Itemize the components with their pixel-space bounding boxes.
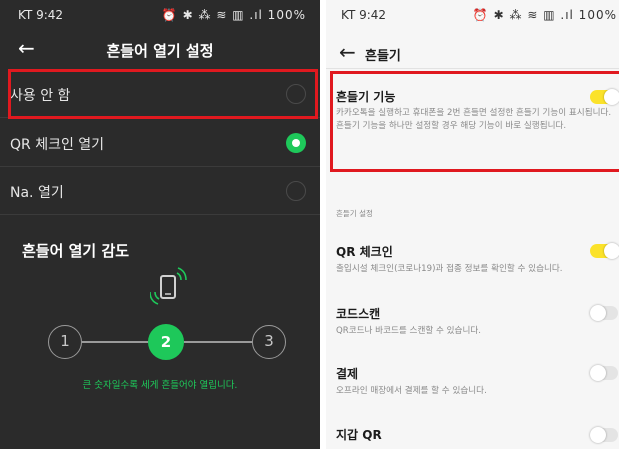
status-icons: ⏰ ✱ ⁂ ≋ ▥ .ıl 100% xyxy=(472,8,617,22)
item-title: QR 체크인 xyxy=(336,245,393,259)
status-bar: KT 9:42 ⏰ ✱ ⁂ ≋ ▥ .ıl 100% xyxy=(0,0,320,30)
item-title: 지갑 QR xyxy=(336,428,382,442)
item-title: 코드스캔 xyxy=(336,307,381,321)
status-time: KT 9:42 xyxy=(18,8,64,22)
app-bar: ← 흔들기 xyxy=(326,38,619,68)
status-bar: KT 9:42 ⏰ ✱ ⁂ ≋ ▥ .ıl 100% xyxy=(326,0,619,30)
option-na-open[interactable]: Na. 열기 xyxy=(0,167,320,215)
status-time: KT 9:42 xyxy=(341,8,387,22)
toggle-knob xyxy=(590,427,606,443)
code-scan-row[interactable]: 코드스캔 QR코드나 바코드를 스캔할 수 있습니다. xyxy=(331,305,619,345)
stepper-line xyxy=(184,341,252,343)
shaking-phone-icon xyxy=(150,267,187,305)
page-title: 흔들기 xyxy=(365,49,401,64)
item-title: 결제 xyxy=(336,367,359,381)
toggle-knob xyxy=(590,305,606,321)
qr-checkin-toggle[interactable] xyxy=(590,243,619,259)
page-title: 흔들어 열기 설정 xyxy=(106,42,214,60)
status-icons: ⏰ ✱ ⁂ ≋ ▥ .ıl 100% xyxy=(161,8,306,22)
stepper-line xyxy=(82,341,148,343)
back-arrow-icon[interactable]: ← xyxy=(339,40,356,64)
shake-open-settings-screen: KT 9:42 ⏰ ✱ ⁂ ≋ ▥ .ıl 100% ← 흔들어 열기 설정 사… xyxy=(0,0,320,449)
sensitivity-stepper[interactable]: 1 2 3 xyxy=(48,324,286,360)
highlight-box xyxy=(330,71,619,172)
wallet-qr-toggle[interactable] xyxy=(590,427,618,443)
sensitivity-title: 흔들어 열기 감도 xyxy=(22,242,130,260)
shake-settings-screen: KT 9:42 ⏰ ✱ ⁂ ≋ ▥ .ıl 100% ← 흔들기 흔들기 기능 … xyxy=(326,0,619,449)
option-label: 사용 안 함 xyxy=(10,88,71,104)
option-label: QR 체크인 열기 xyxy=(10,137,105,153)
option-qr-checkin-open[interactable]: QR 체크인 열기 xyxy=(0,119,320,167)
item-description: QR코드나 바코드를 스캔할 수 있습니다. xyxy=(336,326,481,336)
header-divider xyxy=(326,68,619,69)
radio-unselected-icon[interactable] xyxy=(286,84,306,104)
section-title: 흔들기 설정 xyxy=(336,209,373,218)
payment-toggle[interactable] xyxy=(590,365,618,381)
toggle-knob xyxy=(604,243,619,259)
item-description: 오프라인 매장에서 결제를 할 수 있습니다. xyxy=(336,386,487,396)
item-description: 출입시설 체크인(코로나19)과 접종 정보를 확인할 수 있습니다. xyxy=(336,264,563,274)
radio-unselected-icon[interactable] xyxy=(286,181,306,201)
qr-checkin-row[interactable]: QR 체크인 출입시설 체크인(코로나19)과 접종 정보를 확인할 수 있습니… xyxy=(331,243,619,283)
radio-selected-icon[interactable] xyxy=(286,133,306,153)
option-label: Na. 열기 xyxy=(10,185,64,201)
sensitivity-hint: 큰 숫자일수록 세게 흔들어야 열립니다. xyxy=(82,380,238,391)
code-scan-toggle[interactable] xyxy=(590,305,618,321)
level-2-button[interactable]: 2 xyxy=(148,324,184,360)
option-disabled[interactable]: 사용 안 함 xyxy=(0,70,320,118)
wallet-qr-row[interactable]: 지갑 QR xyxy=(331,426,619,446)
toggle-knob xyxy=(590,365,606,381)
payment-row[interactable]: 결제 오프라인 매장에서 결제를 할 수 있습니다. xyxy=(331,365,619,405)
level-3-button[interactable]: 3 xyxy=(252,325,286,359)
level-1-button[interactable]: 1 xyxy=(48,325,82,359)
app-bar: ← 흔들어 열기 설정 xyxy=(0,32,320,68)
